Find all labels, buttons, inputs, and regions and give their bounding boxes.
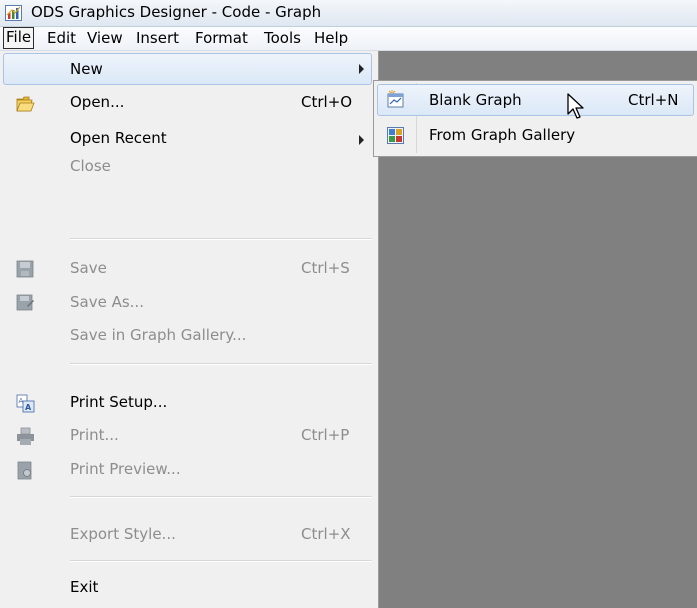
menu-file[interactable]: File [3,27,35,49]
menu-item-save-as[interactable]: Save As... [0,285,374,321]
menu-item-save[interactable]: Save Ctrl+S [0,251,374,287]
menu-item-label: Open Recent [70,129,167,147]
submenu-item-label: From Graph Gallery [429,126,576,144]
submenu-item-label: Blank Graph [429,91,522,109]
submenu-arrow-icon [359,135,364,145]
menu-item-label: Save [70,259,107,277]
shortcut-label: Ctrl+P [301,426,350,444]
submenu-item-from-graph-gallery[interactable]: From Graph Gallery [374,118,697,154]
svg-text:A: A [25,403,32,412]
menu-item-print-preview[interactable]: Print Preview... [0,452,374,488]
menu-item-label: Exit [70,578,99,596]
shortcut-label: Ctrl+X [301,525,351,543]
menu-item-label: Print... [70,426,119,444]
print-preview-icon [17,461,32,480]
menu-separator [70,363,372,365]
submenu-arrow-icon [359,64,364,74]
printer-icon [17,427,34,445]
menu-item-print[interactable]: Print... Ctrl+P [0,418,374,454]
menu-separator [70,238,372,240]
workspace-area [380,155,697,608]
menu-item-label: Print Preview... [70,460,181,478]
menu-item-label: Save As... [70,293,144,311]
menu-item-open-recent[interactable]: Open Recent [0,121,374,157]
menu-separator [70,560,372,562]
menu-item-exit[interactable]: Exit [0,570,374,606]
menu-tools[interactable]: Tools [261,28,304,48]
menu-item-print-setup[interactable]: A A Print Setup... [0,385,374,421]
save-as-icon [16,294,34,311]
menu-item-export-style[interactable]: Export Style... Ctrl+X [0,517,374,553]
blank-graph-icon [387,90,404,108]
menu-item-label: Close [70,157,111,175]
menu-item-open[interactable]: Open... Ctrl+O [0,85,374,121]
menu-separator [70,496,372,498]
menu-item-label: Print Setup... [70,393,168,411]
graph-gallery-icon [387,127,404,144]
menu-item-save-in-graph-gallery[interactable]: Save in Graph Gallery... [0,318,374,354]
menu-edit[interactable]: Edit [44,28,79,48]
submenu-item-blank-graph[interactable]: Blank Graph Ctrl+N [377,84,694,116]
shortcut-label: Ctrl+S [301,259,350,277]
open-folder-icon [16,96,35,112]
menu-item-label: Export Style... [70,525,176,543]
menu-format[interactable]: Format [192,28,251,48]
print-setup-icon: A A [16,394,35,413]
file-menu: New Open... Ctrl+O Open Recent Close Sav… [0,51,379,608]
new-submenu: Blank Graph Ctrl+N From Graph Gallery [373,80,697,157]
chart-app-icon [5,5,22,21]
save-disk-icon [16,260,34,278]
shortcut-label: Ctrl+O [301,93,353,111]
mouse-cursor-icon [567,93,584,119]
title-bar: ODS Graphics Designer - Code - Graph [0,0,697,27]
menu-item-label: Save in Graph Gallery... [70,326,247,344]
menu-item-close[interactable]: Close [0,157,374,231]
shortcut-label: Ctrl+N [628,91,679,109]
menu-item-label: Open... [70,93,125,111]
menu-view[interactable]: View [84,28,126,48]
menu-help[interactable]: Help [311,28,351,48]
menu-insert[interactable]: Insert [133,28,182,48]
menu-bar: File Edit View Insert Format Tools Help [0,27,697,51]
menu-item-new[interactable]: New [3,53,372,85]
menu-item-label: New [70,60,103,78]
window-title: ODS Graphics Designer - Code - Graph [31,3,322,21]
